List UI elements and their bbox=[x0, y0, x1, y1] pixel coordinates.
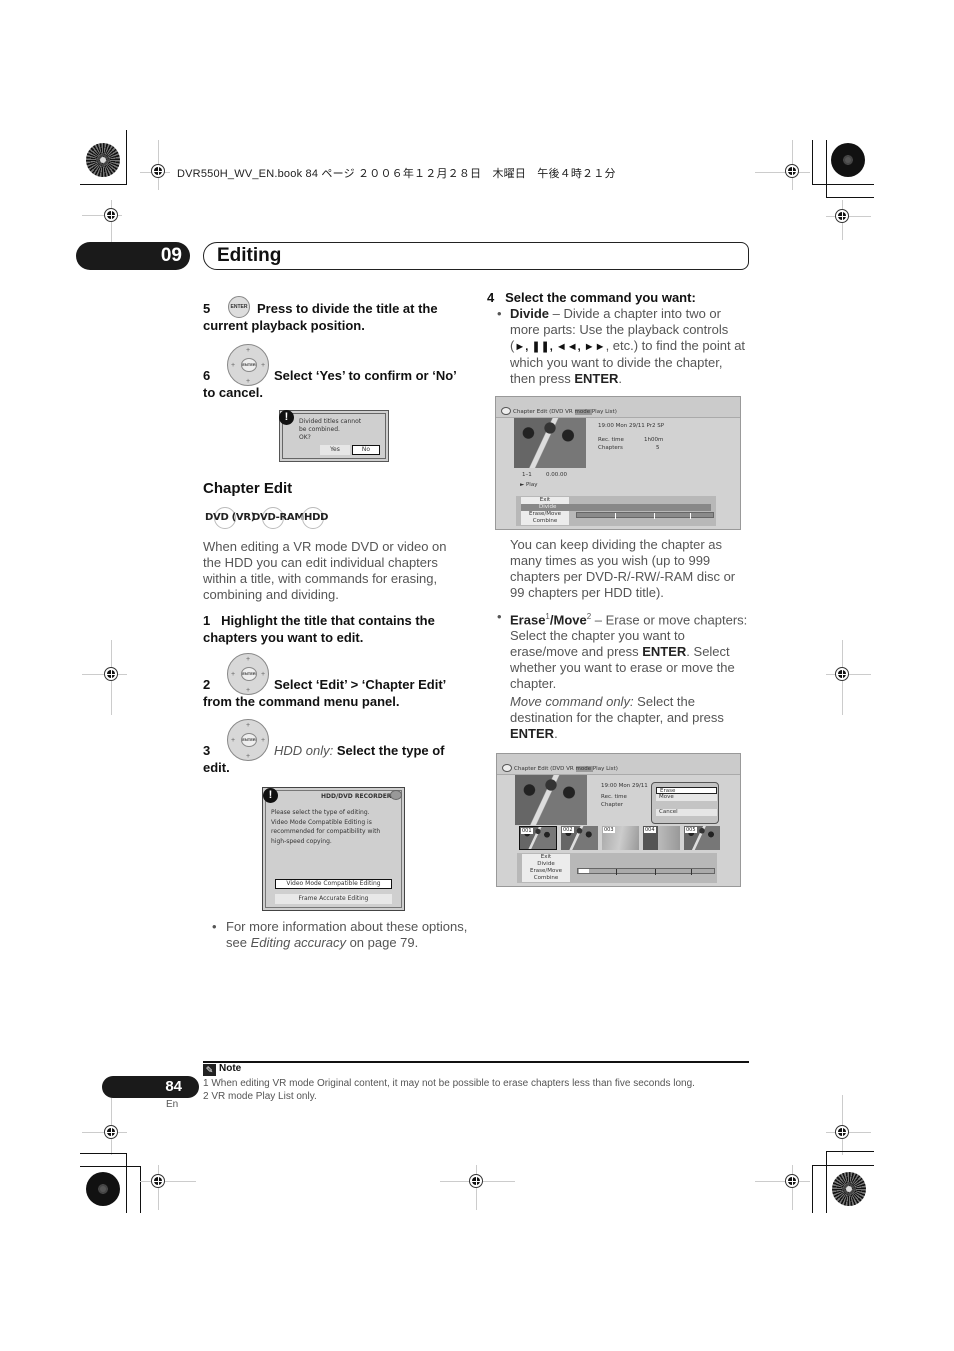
video-preview bbox=[514, 418, 586, 468]
divide-bullet: • Divide – Divide a chapter into two or … bbox=[497, 306, 746, 386]
registration-mark-icon bbox=[831, 1121, 853, 1143]
menu-combine[interactable]: Combine bbox=[522, 875, 570, 882]
menu-erase-move[interactable]: Erase/Move bbox=[521, 511, 569, 518]
registration-mark-icon bbox=[465, 1170, 487, 1192]
color-bar-burst-icon bbox=[832, 1172, 866, 1206]
step-6-text: Select ‘Yes’ to confirm or ‘No’ to cance… bbox=[203, 368, 457, 400]
chapter-number-tab: 09 bbox=[76, 242, 190, 270]
badge-hdd: HDD bbox=[304, 512, 329, 523]
dialog-message: Divided titles cannot be combined. OK? bbox=[299, 418, 362, 441]
frame-accurate-option[interactable]: Frame Accurate Editing bbox=[275, 894, 392, 904]
popup-cancel[interactable]: Cancel bbox=[656, 809, 717, 816]
chapter-timeline bbox=[576, 512, 714, 519]
color-bar-burst-icon bbox=[86, 1172, 120, 1206]
dialog-header: HDD/DVD RECORDER bbox=[321, 793, 392, 800]
erase-move-bullet: • Erase1/Move2 – Erase or move chapters:… bbox=[497, 609, 748, 692]
color-bar-burst-icon bbox=[86, 143, 120, 177]
registration-mark-icon bbox=[831, 663, 853, 685]
note-title: Note bbox=[219, 1063, 242, 1074]
note-divider bbox=[203, 1061, 749, 1063]
popup-move[interactable]: Move bbox=[656, 794, 717, 801]
menu-exit[interactable]: Exit bbox=[522, 854, 570, 861]
menu-erase-move[interactable]: Erase/Move bbox=[522, 868, 570, 875]
menu-combine[interactable]: Combine bbox=[521, 518, 569, 525]
badge-dvd-ram: DVD-RAM bbox=[252, 512, 304, 523]
video-mode-compatible-option[interactable]: Video Mode Compatible Editing bbox=[275, 879, 392, 889]
chapter-edit-screen-divide: Chapter Edit (DVD VR mode Play List) 19:… bbox=[495, 396, 741, 530]
move-note: Move command only: Select the destinatio… bbox=[510, 694, 724, 741]
warning-icon: ! bbox=[263, 788, 278, 803]
page-number: 84 bbox=[165, 1078, 182, 1095]
video-preview bbox=[515, 775, 587, 825]
popup-erase[interactable]: Erase bbox=[656, 787, 717, 794]
chapter-title: Editing bbox=[217, 245, 282, 266]
registration-mark-icon bbox=[781, 1170, 803, 1192]
chapter-title-box: Editing bbox=[203, 242, 749, 270]
registration-mark-icon bbox=[147, 160, 169, 182]
chapter-thumbnail[interactable]: 001 bbox=[519, 826, 557, 850]
divide-confirm-dialog: ! Divided titles cannot be combined. OK?… bbox=[279, 410, 389, 462]
registration-mark-icon bbox=[100, 204, 122, 226]
edit-type-dialog: ! HDD/DVD RECORDER Please select the typ… bbox=[262, 787, 405, 911]
footnote-2: 2 VR mode Play List only. bbox=[203, 1091, 317, 1102]
menu-divide[interactable]: Divide bbox=[521, 504, 711, 511]
registration-mark-icon bbox=[831, 205, 853, 227]
warning-icon: ! bbox=[279, 410, 294, 425]
registration-mark-icon bbox=[100, 1121, 122, 1143]
chapter-number: 09 bbox=[160, 245, 182, 266]
pencil-note-icon: ✎ bbox=[203, 1064, 216, 1076]
dialog-message: Please select the type of editing. Video… bbox=[271, 809, 381, 845]
step-5-text: Press to divide the title at the current… bbox=[203, 301, 438, 333]
registration-mark-icon bbox=[100, 663, 122, 685]
step-2-text: Select ‘Edit’ > ‘Chapter Edit’ from the … bbox=[203, 677, 446, 709]
intro-paragraph: When editing a VR mode DVD or video on t… bbox=[203, 539, 447, 602]
badge-dvd-vr: DVD (VR) bbox=[205, 512, 256, 523]
chapter-timeline bbox=[577, 868, 715, 875]
chapter-thumbnail[interactable]: 004 bbox=[643, 826, 680, 850]
editing-accuracy-link[interactable]: Editing accuracy bbox=[251, 935, 346, 950]
chapter-edit-screen-erase-move: Chapter Edit (DVD VR mode Play List) 19:… bbox=[496, 753, 741, 887]
print-header: DVR550H_WV_EN.book 84 ページ ２００６年１２月２８日 木曜… bbox=[177, 168, 616, 180]
screen-title: Chapter Edit (DVD VR mode Play List) bbox=[513, 409, 617, 415]
disc-icon bbox=[502, 764, 512, 772]
footnote-1: 1 When editing VR mode Original content,… bbox=[203, 1078, 695, 1089]
erase-move-popup: Erase Move Cancel bbox=[651, 782, 719, 824]
chapter-thumbnail[interactable]: 005 bbox=[684, 826, 720, 850]
disc-icon bbox=[501, 407, 511, 415]
step-4: 4 Select the command you want: bbox=[487, 290, 696, 305]
yes-button[interactable]: Yes bbox=[320, 445, 350, 455]
registration-mark-icon bbox=[781, 160, 803, 182]
registration-mark-icon bbox=[147, 1170, 169, 1192]
page-number-tab: 84 bbox=[102, 1076, 199, 1098]
divide-followup: You can keep dividing the chapter as man… bbox=[510, 537, 736, 600]
page-language: En bbox=[166, 1099, 179, 1110]
no-button[interactable]: No bbox=[352, 445, 380, 455]
disc-icon bbox=[390, 790, 402, 800]
step-3-text: HDD only: Select the type of edit. bbox=[203, 743, 445, 775]
playback-controls-icons: ►, ❚❚, ◄◄, ►► bbox=[514, 341, 606, 353]
screen-title: Chapter Edit (DVD VR mode Play List) bbox=[514, 766, 618, 772]
menu-divide[interactable]: Divide bbox=[522, 861, 570, 868]
step-1: 1 Highlight the title that contains the … bbox=[203, 613, 435, 645]
menu-exit[interactable]: Exit bbox=[521, 497, 569, 504]
color-bar-burst-icon bbox=[831, 143, 865, 177]
chapter-thumbnail[interactable]: 002 bbox=[561, 826, 598, 850]
info-bullet: • For more information about these optio… bbox=[212, 919, 468, 950]
section-heading: Chapter Edit bbox=[203, 480, 293, 497]
play-status: ► Play bbox=[520, 482, 538, 488]
chapter-thumbnail[interactable]: 003 bbox=[602, 826, 639, 850]
